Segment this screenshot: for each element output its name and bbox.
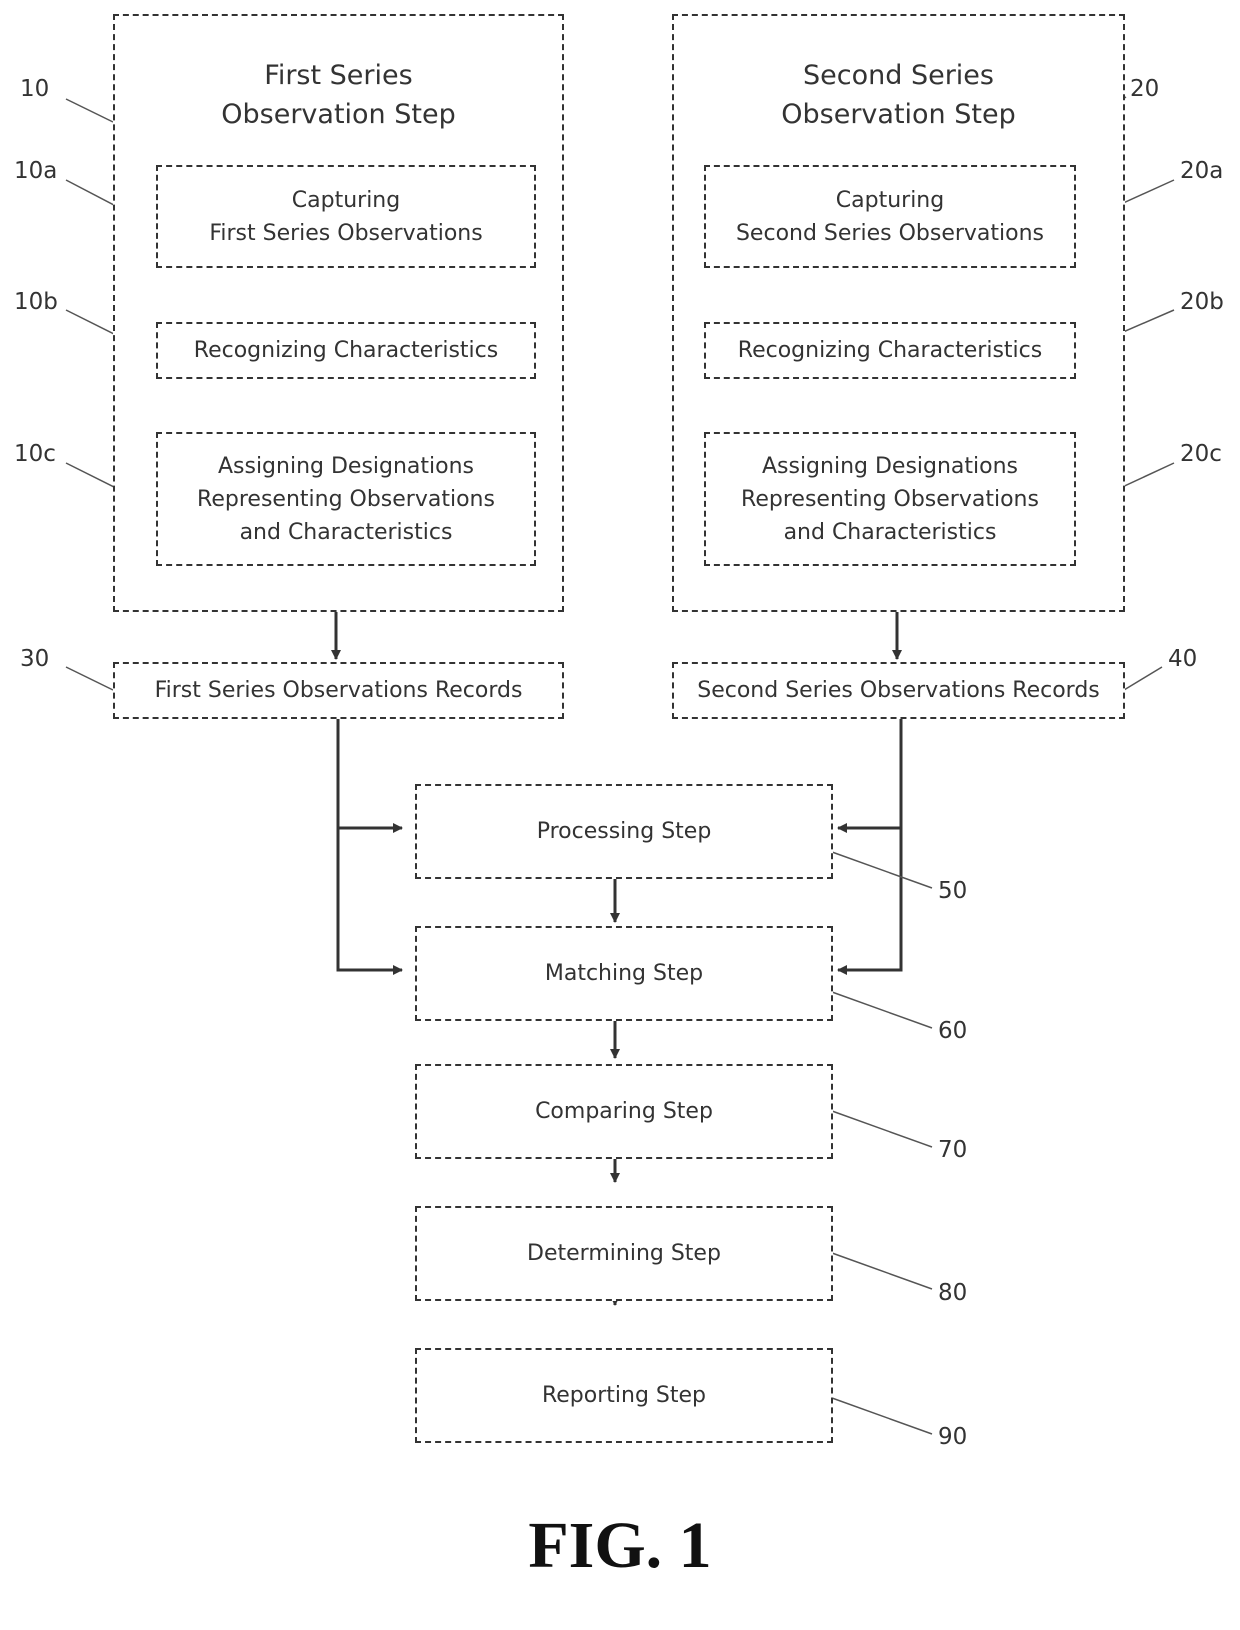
- step-70-label: Comparing Step: [535, 1099, 713, 1124]
- ref-20b: 20b: [1180, 289, 1224, 315]
- step-60-matching: Matching Step: [415, 926, 833, 1021]
- ref-30: 30: [20, 646, 50, 672]
- ref-20c: 20c: [1180, 441, 1222, 467]
- step-80-determining: Determining Step: [415, 1206, 833, 1301]
- step-30-first-records: First Series Observations Records: [113, 662, 564, 719]
- step-10b-recognizing: Recognizing Characteristics: [156, 322, 536, 379]
- step-60-label: Matching Step: [544, 961, 704, 986]
- ref-90: 90: [938, 1424, 968, 1450]
- arrow-40-to-50-60: [837, 718, 903, 975]
- step-50-processing: Processing Step: [415, 784, 833, 879]
- ref-10c: 10c: [14, 441, 56, 467]
- step-10b-label: Recognizing Characteristics: [193, 338, 499, 363]
- step-20b-label: Recognizing Characteristics: [737, 338, 1043, 363]
- leader-40: [1123, 666, 1163, 691]
- step-90-label: Reporting Step: [541, 1383, 707, 1408]
- flowchart: First Series Observation Step Capturing …: [0, 0, 1240, 1630]
- ref-70: 70: [938, 1137, 968, 1163]
- ref-20a: 20a: [1180, 158, 1224, 184]
- ref-60: 60: [938, 1018, 968, 1044]
- step-10a-capturing: Capturing First Series Observations: [156, 165, 536, 268]
- ref-50: 50: [938, 878, 968, 904]
- step-10-title: First Series Observation Step: [221, 60, 456, 130]
- leader-60: [831, 991, 933, 1029]
- ref-10: 10: [20, 76, 50, 102]
- ref-10a: 10a: [14, 158, 58, 184]
- step-20b-recognizing: Recognizing Characteristics: [704, 322, 1076, 379]
- step-50-label: Processing Step: [536, 819, 712, 844]
- leader-10: [65, 98, 114, 123]
- figure-label: FIG. 1: [528, 1509, 712, 1582]
- leader-50: [831, 851, 933, 889]
- step-90-reporting: Reporting Step: [415, 1348, 833, 1443]
- step-20a-label: Capturing Second Series Observations: [735, 187, 1045, 246]
- step-80-label: Determining Step: [527, 1241, 721, 1266]
- ref-10b: 10b: [14, 289, 58, 315]
- step-30-label: First Series Observations Records: [154, 678, 523, 703]
- leader-90: [831, 1397, 933, 1435]
- step-10c-label: Assigning Designations Representing Obse…: [197, 453, 495, 545]
- step-20-title: Second Series Observation Step: [781, 60, 1016, 130]
- step-40-second-records: Second Series Observations Records: [672, 662, 1125, 719]
- leader-30: [65, 666, 114, 691]
- step-10a-label: Capturing First Series Observations: [209, 187, 483, 246]
- ref-40: 40: [1168, 646, 1198, 672]
- step-40-label: Second Series Observations Records: [697, 678, 1100, 703]
- step-70-comparing: Comparing Step: [415, 1064, 833, 1159]
- ref-80: 80: [938, 1280, 968, 1306]
- step-10c-assigning: Assigning Designations Representing Obse…: [156, 432, 536, 566]
- leader-70: [831, 1110, 933, 1148]
- step-20c-assigning: Assigning Designations Representing Obse…: [704, 432, 1076, 566]
- step-20c-label: Assigning Designations Representing Obse…: [741, 453, 1039, 545]
- step-20a-capturing: Capturing Second Series Observations: [704, 165, 1076, 268]
- leader-80: [831, 1252, 933, 1290]
- arrow-30-to-50-60: [336, 718, 403, 975]
- ref-20: 20: [1130, 76, 1160, 102]
